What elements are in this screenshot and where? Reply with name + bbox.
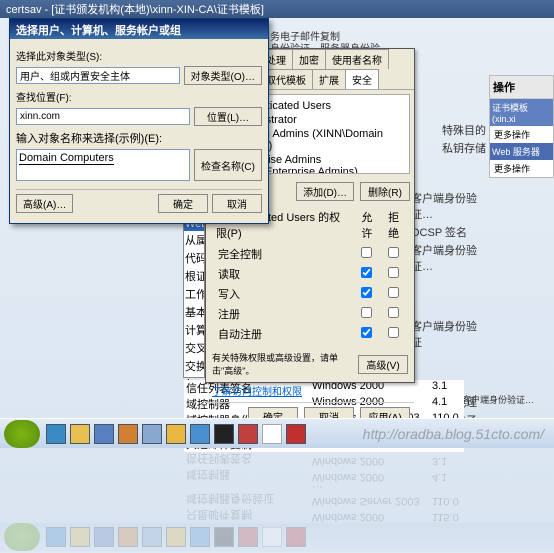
side-3: 客户端身份验证 xyxy=(411,318,486,350)
allow-header: 允许 xyxy=(355,207,380,243)
side-0: 客户端身份验证… xyxy=(411,190,486,222)
tree-item[interactable]: 基本 xyxy=(184,303,204,321)
task-icon[interactable] xyxy=(286,424,306,444)
task-icon[interactable] xyxy=(214,424,234,444)
perm-allow-check[interactable] xyxy=(361,247,372,258)
perm-deny-check[interactable] xyxy=(388,267,399,278)
permissions-table: Authenticated Users 的权限(P)允许拒绝 完全控制 读取 写… xyxy=(212,205,408,345)
acl-help-link[interactable]: 了解访问控制和权限 xyxy=(212,387,302,398)
tree-item[interactable]: 代码 xyxy=(184,249,204,267)
add-user-button[interactable]: 添加(D)… xyxy=(296,182,354,201)
tree-item[interactable]: 交换 xyxy=(184,357,204,375)
actions-more-2[interactable]: 更多操作 xyxy=(490,160,553,177)
task-icon[interactable] xyxy=(94,424,114,444)
watermark: http://oradba.blog.51cto.com/ xyxy=(363,426,544,442)
remove-user-button[interactable]: 删除(R) xyxy=(360,182,410,201)
perm-deny-check[interactable] xyxy=(388,287,399,298)
perm-row: 完全控制 xyxy=(214,245,406,263)
select-cancel-button[interactable]: 取消 xyxy=(212,194,262,213)
reflection: 只是邮件复制Windows 2000115.0 域控制器身份验证Windows … xyxy=(0,448,554,553)
tree-item[interactable]: 工作 xyxy=(184,285,204,303)
task-icon[interactable] xyxy=(46,424,66,444)
task-icon[interactable] xyxy=(262,424,282,444)
location-label: 查找位置(F): xyxy=(16,89,262,104)
check-names-button[interactable]: 检查名称(C) xyxy=(194,149,262,181)
object-names-input[interactable]: Domain Computers xyxy=(16,149,190,181)
perm-deny-check[interactable] xyxy=(388,327,399,338)
task-icon[interactable] xyxy=(166,424,186,444)
perm-row: 写入 xyxy=(214,285,406,303)
deny-header: 拒绝 xyxy=(381,207,406,243)
advanced-select-button[interactable]: 高级(A)… xyxy=(16,194,73,213)
task-icon[interactable] xyxy=(70,424,90,444)
side-2: 客户端身份验证… xyxy=(411,242,486,274)
side-1: OCSP 签名 xyxy=(411,224,486,240)
select-dialog-title: 选择用户、计算机、服务帐户或组 xyxy=(10,19,268,39)
locations-button[interactable]: 位置(L)… xyxy=(194,107,262,126)
actions-header: 操作 xyxy=(490,76,553,99)
task-icon[interactable] xyxy=(118,424,138,444)
actions-context-1[interactable]: 证书模板(xin.xi xyxy=(490,99,553,126)
object-type-field xyxy=(16,67,180,84)
actions-more-1[interactable]: 更多操作 xyxy=(490,126,553,143)
perm-allow-check[interactable] xyxy=(361,307,372,318)
advanced-button[interactable]: 高级(V) xyxy=(358,355,408,374)
perm-allow-check[interactable] xyxy=(361,327,372,338)
tree-item[interactable]: 计算 xyxy=(184,321,204,339)
desktop: certsav - [证书颁发机构(本地)\xinn-XIN-CA\证书模板] … xyxy=(0,0,554,553)
perm-allow-check[interactable] xyxy=(361,287,372,298)
tree-item[interactable]: 从属 xyxy=(184,231,204,249)
perm-row: 读取 xyxy=(214,265,406,283)
perm-deny-check[interactable] xyxy=(388,307,399,318)
tab-crypto[interactable]: 加密 xyxy=(292,49,326,69)
start-button[interactable] xyxy=(4,420,40,448)
location-field xyxy=(16,108,190,125)
select-users-dialog: 选择用户、计算机、服务帐户或组 选择此对象类型(S): 对象类型(O)… 查找位… xyxy=(9,18,269,224)
mmc-title-bar: certsav - [证书颁发机构(本地)\xinn-XIN-CA\证书模板] xyxy=(0,0,554,18)
task-icon[interactable] xyxy=(142,424,162,444)
perm-allow-check[interactable] xyxy=(361,267,372,278)
mmc-title: certsav - [证书颁发机构(本地)\xinn-XIN-CA\证书模板] xyxy=(6,1,264,17)
names-label: 输入对象名称来选择(示例)(E): xyxy=(16,130,262,146)
tab-subject[interactable]: 使用者名称 xyxy=(325,49,389,69)
task-icon[interactable] xyxy=(238,424,258,444)
tab-ext[interactable]: 扩展 xyxy=(312,69,346,89)
tab-security[interactable]: 安全 xyxy=(345,69,379,89)
side-store: 私钥存储 xyxy=(411,140,486,156)
tree-item[interactable]: 根证 xyxy=(184,267,204,285)
select-ok-button[interactable]: 确定 xyxy=(158,194,208,213)
perm-row: 自动注册 xyxy=(214,325,406,343)
tree-item[interactable]: 交叉 xyxy=(184,339,204,357)
actions-panel: 操作 证书模板(xin.xi 更多操作 Web 服务器 更多操作 xyxy=(489,75,554,178)
object-type-label: 选择此对象类型(S): xyxy=(16,48,262,63)
advanced-text: 有关特殊权限或高级设置，请单击"高级"。 xyxy=(212,351,352,377)
side-priv: 特殊目的 xyxy=(411,122,486,138)
perm-row: 注册 xyxy=(214,305,406,323)
object-types-button[interactable]: 对象类型(O)… xyxy=(184,66,262,85)
task-icon[interactable] xyxy=(190,424,210,444)
actions-context-2[interactable]: Web 服务器 xyxy=(490,143,553,160)
perm-deny-check[interactable] xyxy=(388,247,399,258)
